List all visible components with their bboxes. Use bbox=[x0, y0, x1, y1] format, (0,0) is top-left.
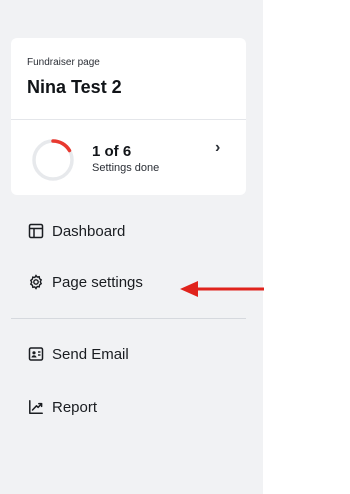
nav-page-settings[interactable]: Page settings bbox=[28, 271, 143, 293]
annotation-arrow-icon bbox=[180, 281, 264, 297]
fundraiser-header: Fundraiser page Nina Test 2 bbox=[11, 38, 246, 120]
nav-page-settings-label: Page settings bbox=[52, 273, 143, 291]
fundraiser-title: Nina Test 2 bbox=[27, 77, 122, 97]
settings-progress-link[interactable]: 1 of 6 Settings done › bbox=[11, 120, 246, 194]
layout-icon bbox=[28, 223, 44, 239]
gear-icon bbox=[28, 274, 44, 290]
fundraiser-subtitle: Fundraiser page bbox=[27, 57, 100, 68]
chart-up-icon bbox=[28, 399, 44, 415]
nav-dashboard[interactable]: Dashboard bbox=[28, 220, 125, 242]
chevron-right-icon: › bbox=[215, 139, 221, 156]
nav-send-email-label: Send Email bbox=[52, 345, 129, 363]
fundraiser-card: Fundraiser page Nina Test 2 1 of 6 Setti… bbox=[11, 38, 246, 195]
nav-divider bbox=[11, 318, 246, 319]
main-content bbox=[263, 0, 350, 494]
progress-caption: Settings done bbox=[92, 162, 160, 174]
sidebar: Fundraiser page Nina Test 2 1 of 6 Setti… bbox=[0, 0, 263, 494]
nav-report-label: Report bbox=[52, 398, 98, 416]
progress-ring-icon bbox=[32, 139, 74, 181]
progress-count: 1 of 6 bbox=[92, 143, 132, 160]
nav-report[interactable]: Report bbox=[28, 396, 97, 418]
contact-card-icon bbox=[28, 346, 44, 362]
nav-dashboard-label: Dashboard bbox=[52, 222, 126, 240]
nav-send-email[interactable]: Send Email bbox=[28, 343, 129, 365]
